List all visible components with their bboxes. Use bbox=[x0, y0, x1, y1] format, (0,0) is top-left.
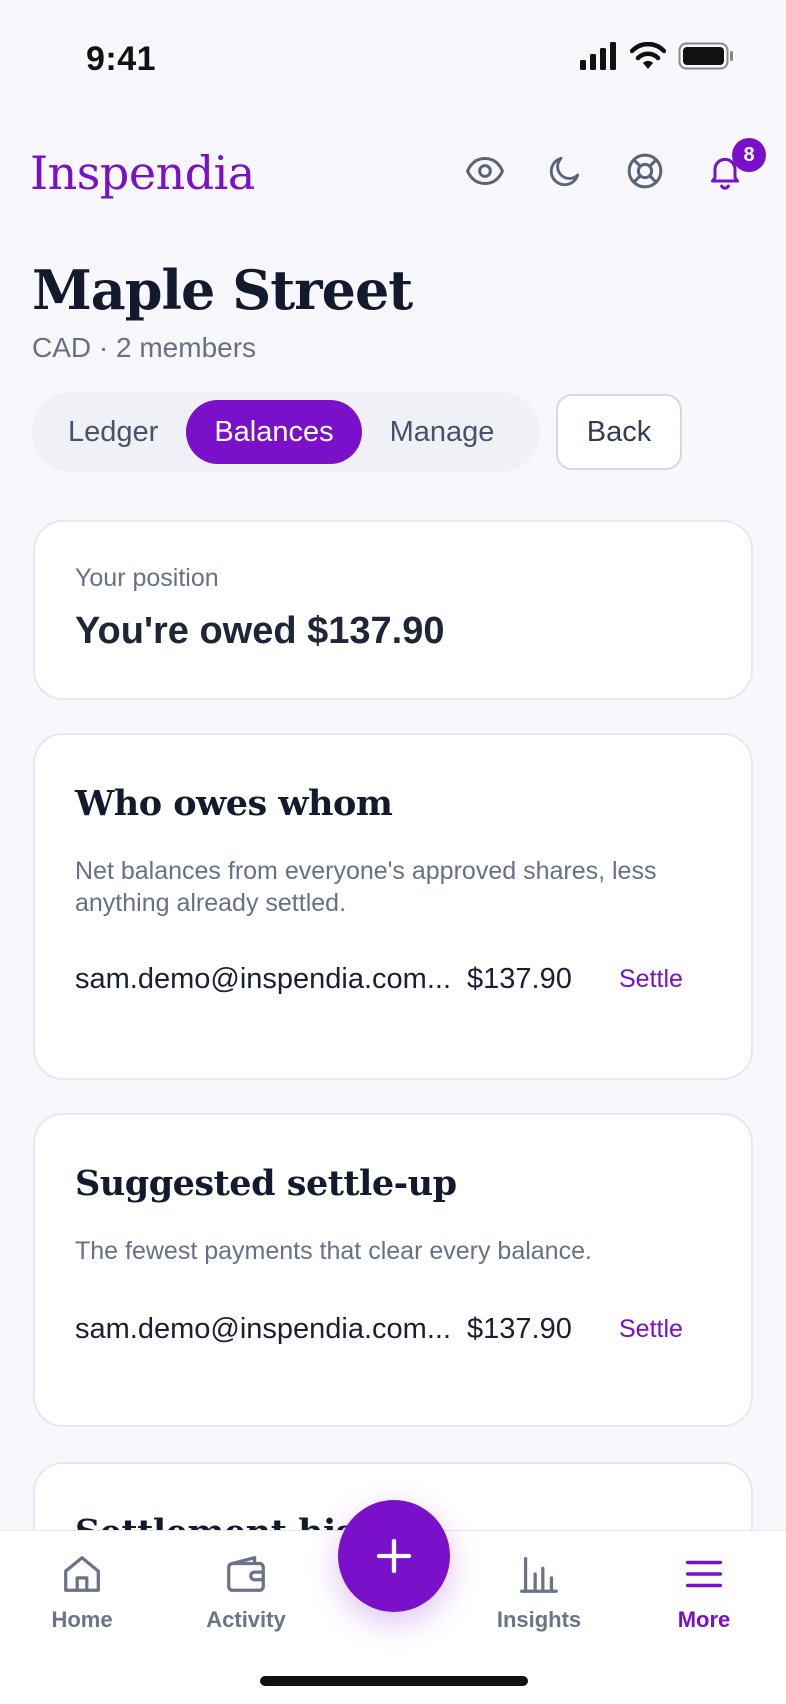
status-bar: 9:41 bbox=[0, 0, 786, 120]
position-value: You're owed $137.90 bbox=[75, 610, 445, 652]
notification-badge: 8 bbox=[732, 138, 766, 172]
tab-ledger[interactable]: Ledger bbox=[40, 400, 186, 464]
settle-button[interactable]: Settle bbox=[619, 965, 683, 994]
dark-mode-button[interactable] bbox=[544, 150, 586, 192]
wifi-icon bbox=[630, 42, 666, 69]
bar-chart-icon bbox=[520, 1557, 558, 1593]
nav-label: Insights bbox=[496, 1607, 582, 1632]
nav-home[interactable]: Home bbox=[17, 1551, 147, 1633]
battery-icon bbox=[678, 42, 733, 70]
page-title: Maple Street bbox=[32, 258, 413, 322]
suggested-settle-card: Suggested settle-up The fewest payments … bbox=[33, 1113, 753, 1427]
nav-activity[interactable]: Activity bbox=[181, 1551, 311, 1633]
position-card: Your position You're owed $137.90 bbox=[33, 520, 753, 700]
settle-row: sam.demo@inspendia.com... $137.90 Settle bbox=[75, 1307, 715, 1351]
balance-amount: $137.90 bbox=[467, 962, 572, 995]
position-label: Your position bbox=[75, 564, 219, 592]
tab-bar: Ledger Balances Manage bbox=[32, 392, 540, 472]
moon-icon bbox=[549, 156, 580, 187]
tab-balances[interactable]: Balances bbox=[186, 400, 362, 464]
member-email: sam.demo@inspendia.com... bbox=[75, 1312, 451, 1345]
status-icons bbox=[580, 42, 734, 70]
home-icon bbox=[64, 1556, 100, 1592]
privacy-toggle-button[interactable] bbox=[464, 150, 506, 192]
back-button[interactable]: Back bbox=[556, 394, 682, 470]
settle-amount: $137.90 bbox=[467, 1312, 572, 1345]
help-button[interactable] bbox=[624, 150, 666, 192]
plus-icon bbox=[376, 1538, 412, 1574]
tab-manage[interactable]: Manage bbox=[362, 400, 523, 464]
card-title: Who owes whom bbox=[75, 783, 393, 824]
add-expense-button[interactable] bbox=[338, 1500, 450, 1612]
eye-icon bbox=[466, 157, 504, 185]
header-actions: 8 bbox=[464, 138, 766, 192]
group-subtitle: CAD · 2 members bbox=[32, 332, 257, 363]
nav-label: Activity bbox=[206, 1607, 286, 1632]
nav-label: More bbox=[677, 1607, 731, 1632]
home-indicator bbox=[260, 1676, 528, 1686]
member-email: sam.demo@inspendia.com... bbox=[75, 962, 451, 995]
card-description: Net balances from everyone's approved sh… bbox=[75, 857, 657, 917]
menu-icon bbox=[685, 1560, 723, 1588]
who-owes-card: Who owes whom Net balances from everyone… bbox=[33, 733, 753, 1080]
nav-insights[interactable]: Insights bbox=[474, 1551, 604, 1633]
balance-row: sam.demo@inspendia.com... $137.90 Settle bbox=[75, 957, 715, 1001]
settle-button[interactable]: Settle bbox=[619, 1315, 683, 1344]
card-title: Suggested settle-up bbox=[75, 1163, 457, 1204]
cellular-signal-icon bbox=[580, 42, 616, 70]
lifebuoy-icon bbox=[627, 153, 663, 189]
nav-more[interactable]: More bbox=[639, 1551, 769, 1633]
card-description: The fewest payments that clear every bal… bbox=[75, 1237, 592, 1265]
nav-label: Home bbox=[51, 1607, 113, 1632]
notifications-button[interactable]: 8 bbox=[704, 138, 766, 192]
app-logo: Inspendia bbox=[30, 146, 255, 200]
wallet-icon bbox=[227, 1556, 265, 1592]
status-time: 9:41 bbox=[86, 40, 157, 78]
